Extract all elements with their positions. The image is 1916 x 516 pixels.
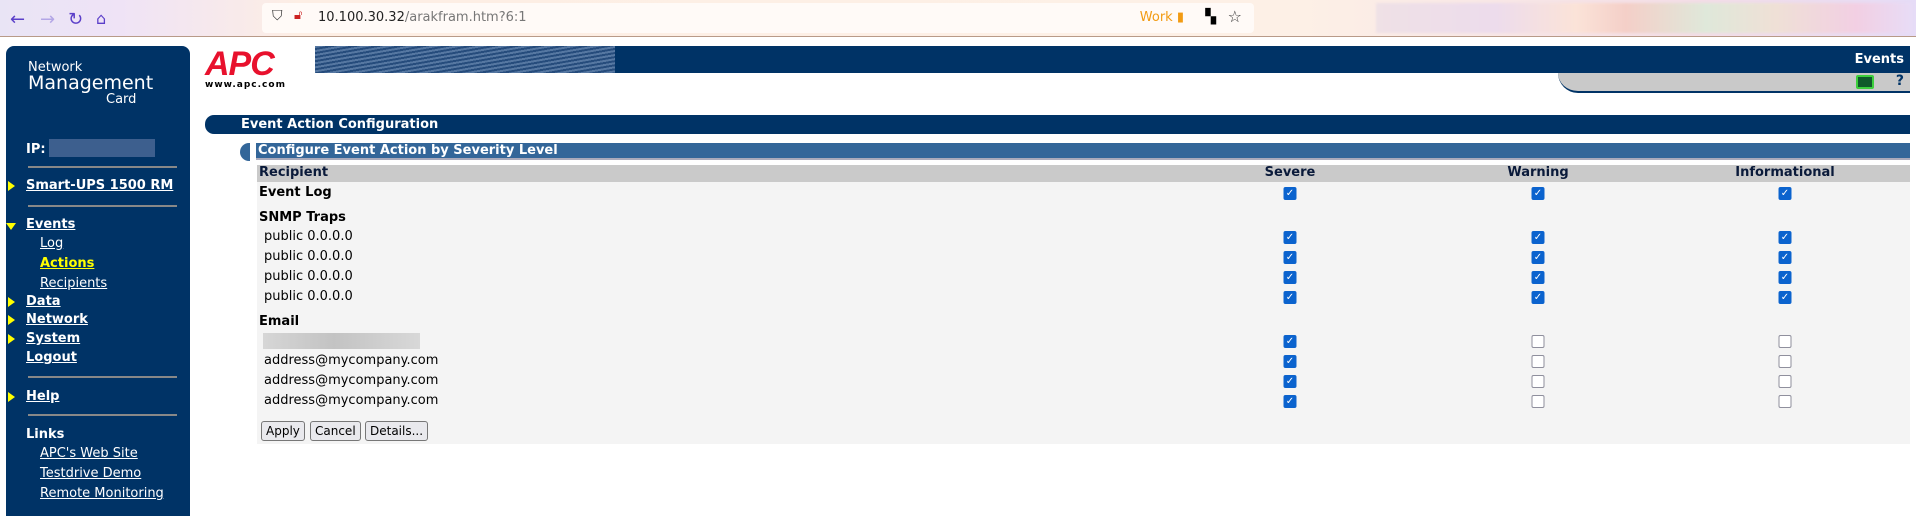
severe-checkbox[interactable]: ✓ <box>1283 271 1297 284</box>
warning-checkbox[interactable] <box>1531 395 1545 408</box>
insecure-lock-icon[interactable]: 🔓︎ <box>294 8 302 23</box>
sidebar-item-recipients[interactable]: Recipients <box>40 276 107 291</box>
link-remote-monitoring[interactable]: Remote Monitoring <box>40 486 164 501</box>
severe-checkbox[interactable]: ✓ <box>1283 251 1297 264</box>
event-action-table: Recipient Severe Warning Informational E… <box>257 165 1910 444</box>
redacted-region <box>1376 3 1912 33</box>
col-severe: Severe <box>1264 165 1316 180</box>
apply-button[interactable]: Apply <box>261 421 305 441</box>
subtitle-cap <box>240 143 250 161</box>
help-icon[interactable]: ? <box>1896 73 1904 89</box>
sidebar-item-system[interactable]: System <box>26 331 80 346</box>
expand-arrow-icon <box>8 297 15 307</box>
forward-icon[interactable]: → <box>40 9 55 30</box>
severe-checkbox[interactable]: ✓ <box>1283 231 1297 244</box>
header-swoosh-graphic <box>315 46 615 73</box>
cancel-button[interactable]: Cancel <box>310 421 361 441</box>
expand-arrow-icon <box>8 334 15 344</box>
ip-value-redacted <box>49 139 155 157</box>
container-label[interactable]: Work ▮ <box>1140 10 1184 25</box>
expand-arrow-icon <box>8 392 15 402</box>
sidebar-item-logout[interactable]: Logout <box>26 350 77 365</box>
sidebar-item-log[interactable]: Log <box>40 236 63 251</box>
divider <box>28 414 177 416</box>
row-snmp-trap-label: public 0.0.0.0 <box>264 289 353 304</box>
snmp-heading-label: SNMP Traps <box>259 210 346 225</box>
warning-checkbox[interactable]: ✓ <box>1531 231 1545 244</box>
back-icon[interactable]: ← <box>10 9 25 30</box>
link-apc-web-site[interactable]: APC's Web Site <box>40 446 138 461</box>
warning-checkbox[interactable] <box>1531 375 1545 388</box>
informational-checkbox[interactable]: ✓ <box>1778 187 1792 200</box>
bookmark-star-icon[interactable]: ☆ <box>1228 7 1242 26</box>
expand-arrow-icon <box>8 181 15 191</box>
col-informational: Informational <box>1735 165 1835 180</box>
informational-checkbox[interactable] <box>1778 335 1792 348</box>
severe-checkbox[interactable]: ✓ <box>1283 395 1297 408</box>
row-email-label: address@mycompany.com <box>264 393 439 408</box>
url-text[interactable]: 10.100.30.32/arakfram.htm?6:1 <box>318 10 527 25</box>
warning-checkbox[interactable]: ✓ <box>1531 251 1545 264</box>
redacted-email <box>263 333 420 349</box>
row-snmp-trap-label: public 0.0.0.0 <box>264 249 353 264</box>
informational-checkbox[interactable] <box>1778 395 1792 408</box>
warning-checkbox[interactable] <box>1531 355 1545 368</box>
shield-icon[interactable]: ⛉ <box>272 8 283 24</box>
sidebar-item-help[interactable]: Help <box>26 389 59 404</box>
severe-checkbox[interactable]: ✓ <box>1283 375 1297 388</box>
sidebar-item-actions[interactable]: Actions <box>40 256 94 271</box>
informational-checkbox[interactable] <box>1778 355 1792 368</box>
informational-checkbox[interactable] <box>1778 375 1792 388</box>
row-email-label: address@mycompany.com <box>264 353 439 368</box>
collapse-arrow-icon <box>6 223 16 230</box>
expand-arrow-icon <box>8 315 15 325</box>
reload-icon[interactable]: ↻ <box>68 9 83 30</box>
severe-checkbox[interactable]: ✓ <box>1283 187 1297 200</box>
divider <box>28 376 177 378</box>
sidebar-title-line2: Management <box>28 72 154 94</box>
divider <box>28 166 177 168</box>
home-icon[interactable]: ⌂ <box>96 9 106 28</box>
informational-checkbox[interactable]: ✓ <box>1778 271 1792 284</box>
warning-checkbox[interactable]: ✓ <box>1531 271 1545 284</box>
section-subtitle: Configure Event Action by Severity Level <box>256 143 1910 160</box>
briefcase-icon: ▮ <box>1176 10 1184 25</box>
page-title: Event Action Configuration <box>205 115 1910 134</box>
details-button[interactable]: Details... <box>365 421 429 441</box>
informational-checkbox[interactable]: ✓ <box>1778 291 1792 304</box>
sidebar-item-network[interactable]: Network <box>26 312 88 327</box>
header-tab: ? <box>1558 73 1910 93</box>
warning-checkbox[interactable]: ✓ <box>1531 187 1545 200</box>
warning-checkbox[interactable] <box>1531 335 1545 348</box>
section-title: Events <box>1854 52 1904 67</box>
link-testdrive-demo[interactable]: Testdrive Demo <box>40 466 141 481</box>
informational-checkbox[interactable]: ✓ <box>1778 251 1792 264</box>
apc-logo[interactable]: APC www.apc.com <box>205 47 286 90</box>
sidebar: Network Management Card IP: Smart-UPS 15… <box>6 46 190 516</box>
table-header: Recipient Severe Warning Informational <box>257 165 1910 182</box>
row-email-label: address@mycompany.com <box>264 373 439 388</box>
severe-checkbox[interactable]: ✓ <box>1283 291 1297 304</box>
sidebar-item-events[interactable]: Events <box>26 217 75 232</box>
ip-label: IP: <box>26 142 46 157</box>
row-snmp-trap-label: public 0.0.0.0 <box>264 229 353 244</box>
severe-checkbox[interactable]: ✓ <box>1283 355 1297 368</box>
sidebar-item-data[interactable]: Data <box>26 294 61 309</box>
row-snmp-trap-label: public 0.0.0.0 <box>264 269 353 284</box>
sidebar-item-device[interactable]: Smart-UPS 1500 RM <box>26 178 173 193</box>
qr-code-icon[interactable]: ▚ <box>1205 9 1216 25</box>
divider <box>28 205 177 207</box>
address-bar[interactable]: ⛉ 🔓︎ 10.100.30.32/arakfram.htm?6:1 Work … <box>262 3 1254 33</box>
warning-checkbox[interactable]: ✓ <box>1531 291 1545 304</box>
col-warning: Warning <box>1507 165 1569 180</box>
links-heading: Links <box>26 427 65 442</box>
row-event-log-label: Event Log <box>259 185 332 200</box>
email-heading-label: Email <box>259 314 300 329</box>
informational-checkbox[interactable]: ✓ <box>1778 231 1792 244</box>
browser-toolbar: ← → ↻ ⌂ ⛉ 🔓︎ 10.100.30.32/arakfram.htm?6… <box>0 0 1916 37</box>
col-recipient: Recipient <box>259 165 329 180</box>
sidebar-title-line3: Card <box>106 92 137 107</box>
ups-status-icon[interactable] <box>1856 75 1874 89</box>
severe-checkbox[interactable]: ✓ <box>1283 335 1297 348</box>
